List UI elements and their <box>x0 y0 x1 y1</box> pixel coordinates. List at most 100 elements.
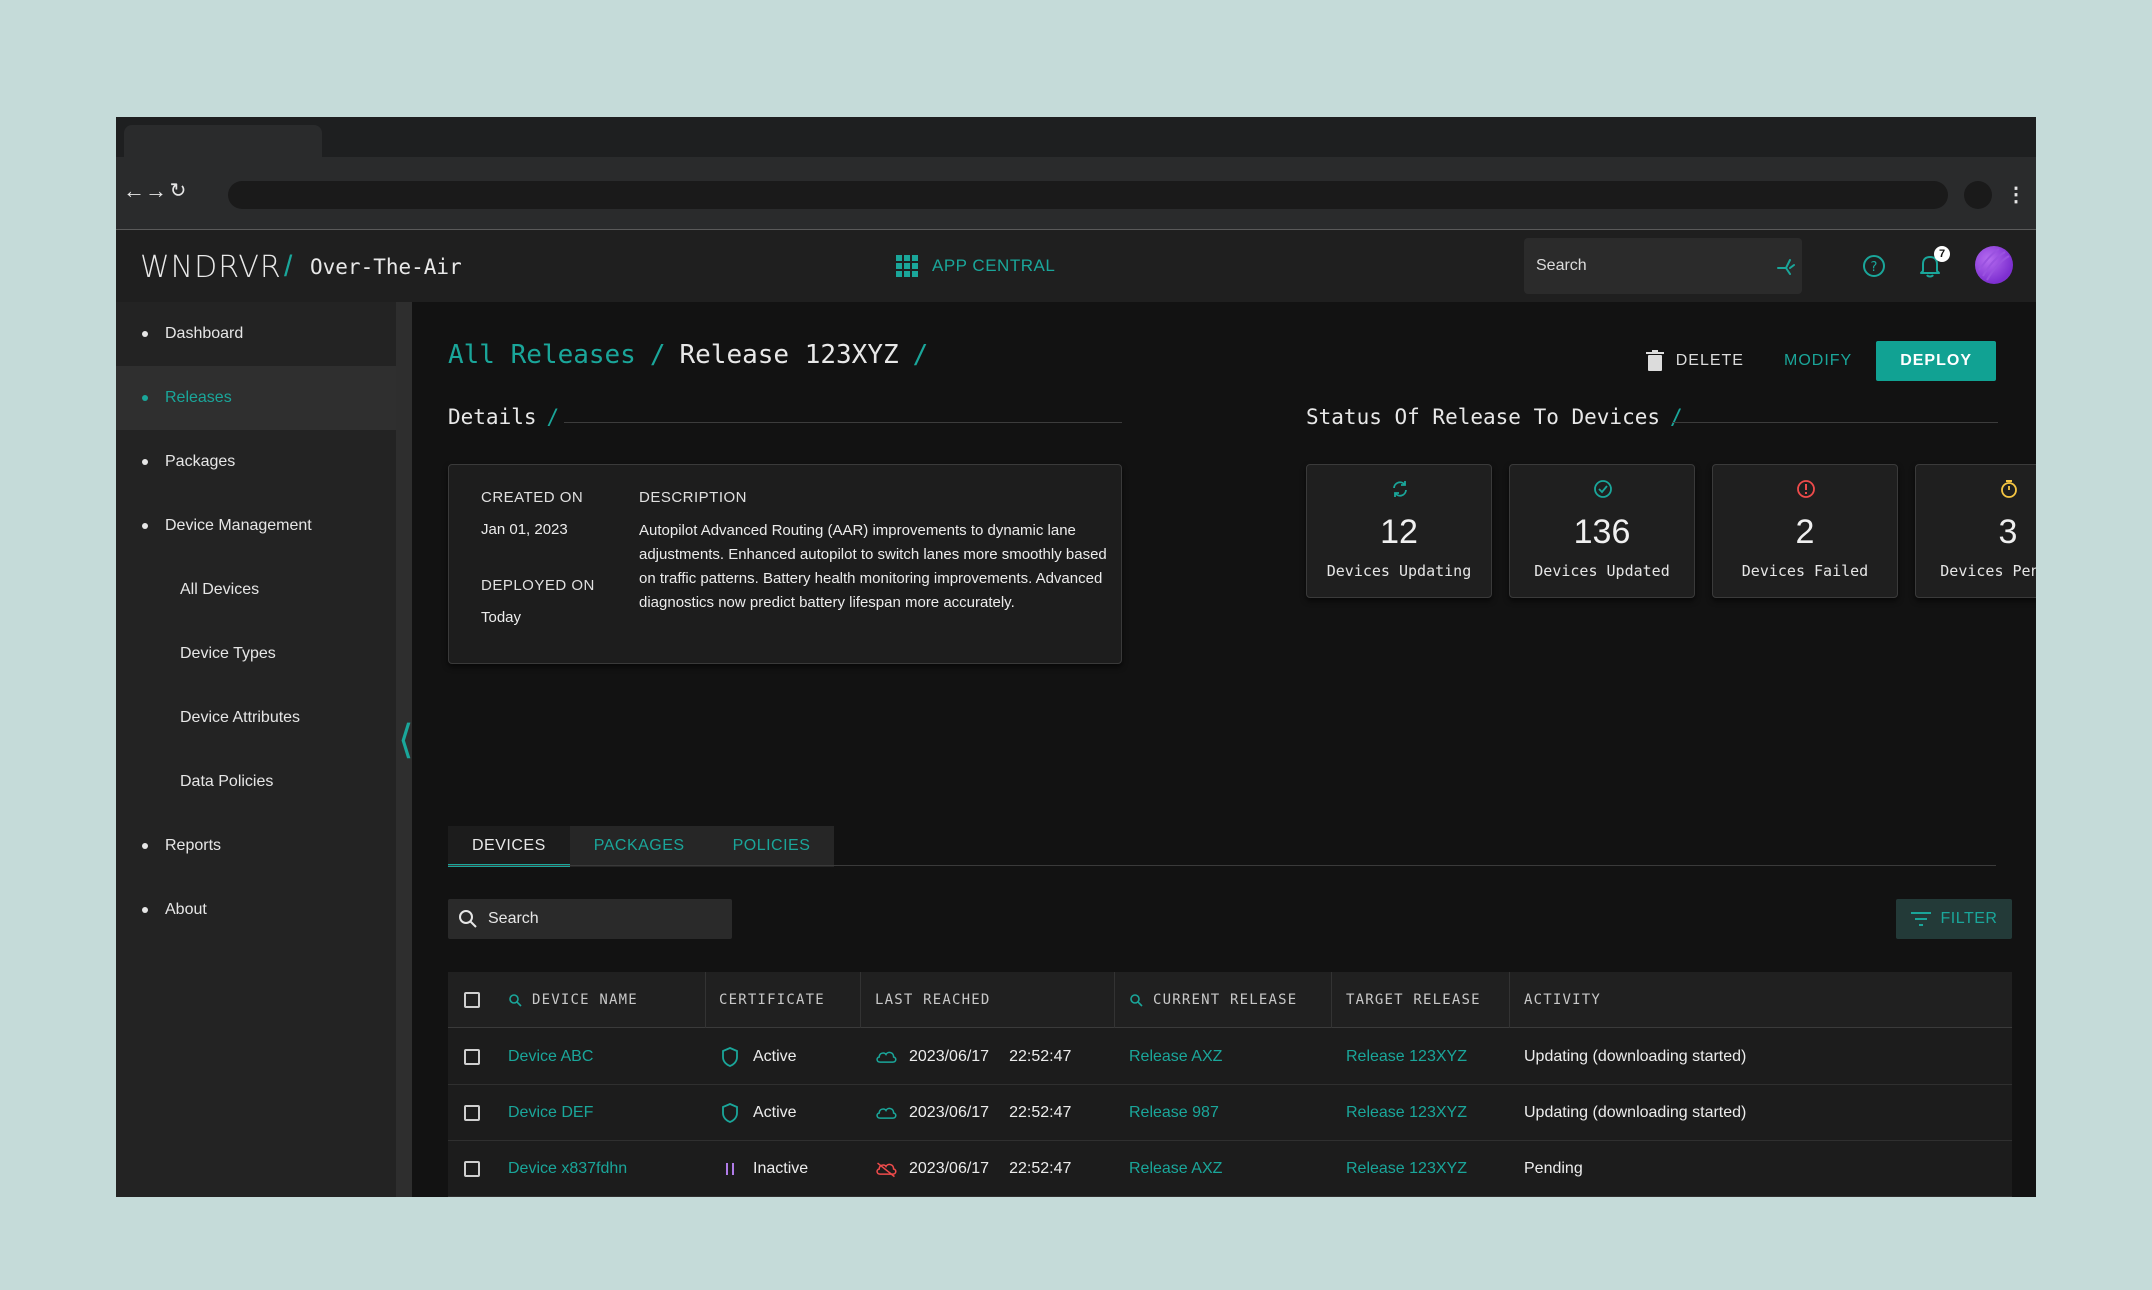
browser-chrome: ← → ↻ ⋮ <box>116 117 2036 230</box>
last-reached-cell: 2023/06/17 22:52:47 <box>875 1085 1071 1141</box>
sidebar-item-data-policies[interactable]: Data Policies <box>116 750 396 814</box>
stat-label: Devices Updated <box>1534 562 1670 580</box>
col-target-release[interactable]: TARGET RELEASE <box>1346 972 1481 1028</box>
sidebar-item-label: Device Attributes <box>180 709 301 726</box>
help-icon[interactable]: ? <box>1860 252 1888 280</box>
row-checkbox[interactable] <box>464 1141 480 1197</box>
status-divider <box>1672 422 1998 423</box>
browser-window: ← → ↻ ⋮ WNDRVR / Over-The-Air APP CENTRA… <box>116 117 2036 1197</box>
app-central-button[interactable]: APP CENTRAL <box>896 252 1055 280</box>
tabs-divider <box>448 865 1996 866</box>
sync-icon <box>1393 481 1407 497</box>
modify-button[interactable]: MODIFY <box>1760 341 1876 381</box>
brand-logo[interactable]: WNDRVR <box>140 250 282 285</box>
sidebar-item-reports[interactable]: Reports <box>116 814 396 878</box>
col-device-name[interactable]: DEVICE NAME <box>508 972 638 1028</box>
breadcrumb-all-releases[interactable]: All Releases <box>448 340 636 370</box>
delete-button[interactable]: DELETE <box>1630 341 1760 381</box>
app-name: Over-The-Air <box>310 255 462 279</box>
sidebar-item-releases[interactable]: Releases <box>116 366 396 430</box>
devices-table: DEVICE NAME CERTIFICATE LAST REACHED CUR… <box>448 972 2012 1197</box>
description-label: DESCRIPTION <box>639 489 748 506</box>
last-reached-time: 22:52:47 <box>1009 1048 1072 1065</box>
device-name-link[interactable]: Device DEF <box>508 1085 593 1141</box>
browser-profile-icon[interactable] <box>1964 181 1992 209</box>
page-actions: DELETE MODIFY DEPLOY <box>1630 341 1996 381</box>
certificate-cell: Active <box>719 1029 797 1085</box>
activity-status: Pending <box>1524 1160 1583 1177</box>
sidebar-item-device-management[interactable]: Device Management <box>116 494 396 558</box>
apps-grid-icon <box>896 255 918 277</box>
header-search[interactable] <box>1524 238 1802 294</box>
sidebar-item-label: Device Management <box>165 517 312 534</box>
col-current-release[interactable]: CURRENT RELEASE <box>1129 972 1297 1028</box>
target-release-link[interactable]: Release 123XYZ <box>1346 1085 1467 1141</box>
col-last-reached[interactable]: LAST REACHED <box>875 972 991 1028</box>
breadcrumb-current: Release 123XYZ <box>679 340 899 370</box>
timer-icon <box>2001 480 2017 498</box>
stat-card-pending[interactable]: 3 Devices Pending <box>1915 464 2036 598</box>
deployed-on-label: DEPLOYED ON <box>481 577 595 594</box>
current-release-link[interactable]: Release AXZ <box>1129 1029 1222 1085</box>
cloud-connected-icon <box>876 1051 897 1063</box>
last-reached-date: 2023/06/17 <box>909 1160 990 1177</box>
stat-card-updated[interactable]: 136 Devices Updated <box>1509 464 1695 598</box>
row-checkbox[interactable] <box>464 1029 480 1085</box>
stat-card-failed[interactable]: 2 Devices Failed <box>1712 464 1898 598</box>
address-bar[interactable] <box>228 181 1948 209</box>
stat-card-updating[interactable]: 12 Devices Updating <box>1306 464 1492 598</box>
header-search-input[interactable] <box>1536 254 1756 278</box>
sidebar-item-label: Data Policies <box>180 773 274 790</box>
last-reached-cell: 2023/06/17 22:52:47 <box>875 1029 1071 1085</box>
browser-tab[interactable] <box>124 125 322 157</box>
user-avatar[interactable] <box>1975 246 2013 284</box>
voice-search-icon[interactable] <box>1774 254 1798 278</box>
select-all-checkbox[interactable] <box>464 972 480 1028</box>
reload-icon[interactable]: ↻ <box>164 177 192 205</box>
table-row[interactable]: Device DEF Active 2023/06/17 22:52:47 Releas… <box>448 1085 2012 1141</box>
collapse-sidebar-icon[interactable]: ⟨ <box>398 717 414 763</box>
table-search-input[interactable] <box>488 909 718 929</box>
check-circle-icon <box>1594 480 1612 498</box>
col-activity[interactable]: ACTIVITY <box>1524 972 1601 1028</box>
sidebar-item-all-devices[interactable]: All Devices <box>116 558 396 622</box>
sidebar-item-device-attributes[interactable]: Device Attributes <box>116 686 396 750</box>
filter-button[interactable]: FILTER <box>1896 899 2012 939</box>
device-name-link[interactable]: Device x837fdhn <box>508 1141 627 1197</box>
cloud-connected-icon <box>876 1107 897 1119</box>
column-search-icon <box>1130 994 1143 1007</box>
tab-packages[interactable]: PACKAGES <box>570 826 709 867</box>
sidebar-item-device-types[interactable]: Device Types <box>116 622 396 686</box>
current-release-link[interactable]: Release 987 <box>1129 1085 1219 1141</box>
target-release-link[interactable]: Release 123XYZ <box>1346 1141 1467 1197</box>
browser-menu-icon[interactable]: ⋮ <box>2006 181 2026 209</box>
last-reached-time: 22:52:47 <box>1009 1104 1072 1121</box>
tab-policies[interactable]: POLICIES <box>709 826 835 867</box>
details-title: Details <box>448 405 537 429</box>
breadcrumb: All Releases / Release 123XYZ / <box>448 340 928 370</box>
stat-value: 12 <box>1380 513 1418 551</box>
target-release-link[interactable]: Release 123XYZ <box>1346 1029 1467 1085</box>
certificate-status: Active <box>753 1048 797 1065</box>
sidebar-item-dashboard[interactable]: Dashboard <box>116 302 396 366</box>
stat-value: 136 <box>1573 513 1631 551</box>
tab-devices[interactable]: DEVICES <box>448 826 570 867</box>
activity-status: Updating (downloading started) <box>1524 1104 1747 1121</box>
error-circle-icon <box>1797 480 1815 498</box>
current-release-link[interactable]: Release AXZ <box>1129 1141 1222 1197</box>
created-on-value: Jan 01, 2023 <box>481 521 568 538</box>
shield-icon <box>722 1047 738 1067</box>
created-on-label: CREATED ON <box>481 489 584 506</box>
row-checkbox[interactable] <box>464 1085 480 1141</box>
table-row[interactable]: Device x837fdhn Inactive 2023/06/17 22:52:4… <box>448 1141 2012 1197</box>
notification-badge: 7 <box>1934 246 1950 262</box>
col-certificate[interactable]: CERTIFICATE <box>719 972 825 1028</box>
sidebar-item-about[interactable]: About <box>116 878 396 942</box>
stat-value: 3 <box>1998 513 2018 551</box>
table-search[interactable] <box>448 899 732 939</box>
sidebar-item-packages[interactable]: Packages <box>116 430 396 494</box>
table-row[interactable]: Device ABC Active 2023/06/17 22:52:47 Releas… <box>448 1029 2012 1085</box>
deploy-button[interactable]: DEPLOY <box>1876 341 1996 381</box>
device-name-link[interactable]: Device ABC <box>508 1029 593 1085</box>
shield-icon <box>722 1103 738 1123</box>
